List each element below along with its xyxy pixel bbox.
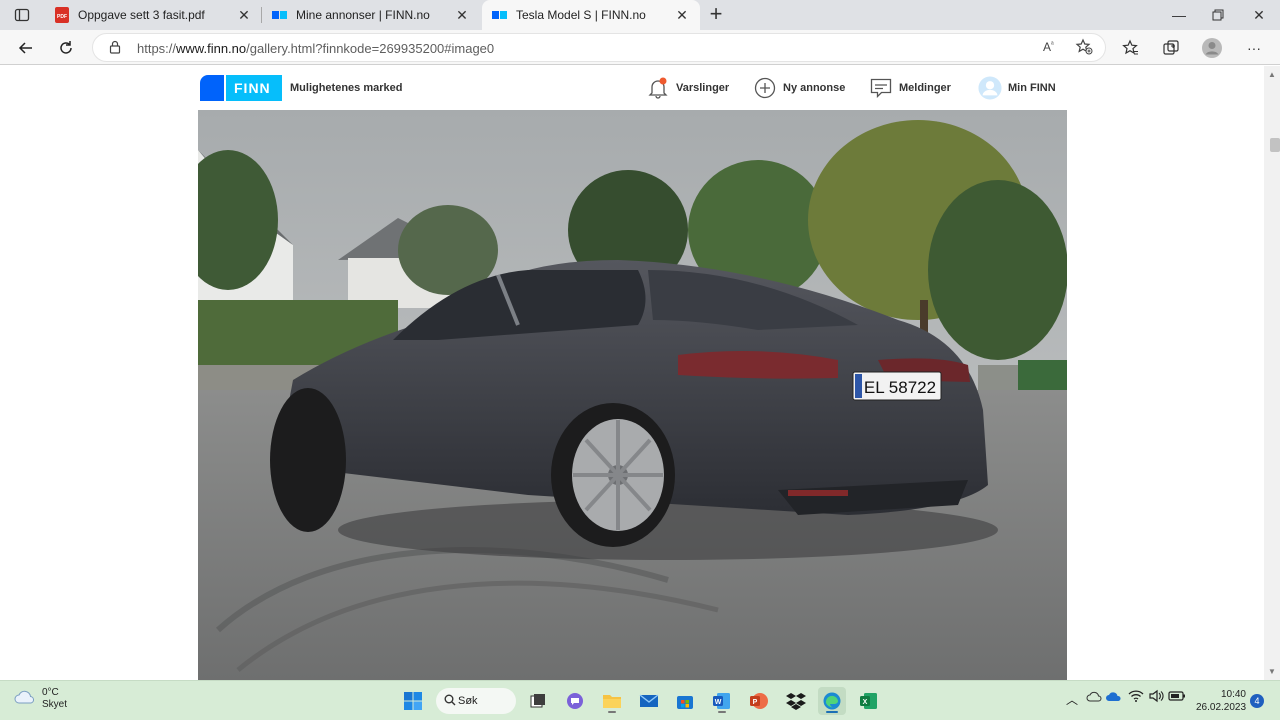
wifi-icon[interactable] (1128, 689, 1144, 706)
weather-temp: 0°C (42, 687, 59, 698)
windows-taskbar: 0°C Skyet Søk W P X ︿ 10:40 26.02.2023 4 (0, 680, 1280, 720)
file-explorer-icon[interactable] (598, 687, 626, 715)
nav-my-finn[interactable]: Min FINN (978, 74, 1056, 102)
close-icon[interactable]: ✕ (454, 7, 470, 23)
close-icon[interactable]: ✕ (674, 7, 690, 23)
system-clock[interactable]: 10:40 26.02.2023 (1196, 688, 1246, 714)
nav-label: Ny annonse (783, 82, 846, 94)
nav-label: Meldinger (899, 82, 951, 94)
battery-icon[interactable] (1168, 689, 1186, 706)
store-icon[interactable] (671, 687, 699, 715)
word-icon[interactable]: W (708, 687, 736, 715)
browser-toolbar: https://www.finn.no/gallery.html?finnkod… (0, 30, 1280, 65)
finn-logo[interactable]: FINN (200, 75, 282, 101)
user-avatar-icon (978, 76, 1002, 100)
onedrive-icon[interactable] (1106, 689, 1122, 706)
refresh-icon[interactable] (52, 34, 80, 62)
search-icon (444, 694, 456, 709)
finn-logo-text: FINN (234, 80, 271, 96)
nav-new-ad[interactable]: Ny annonse (753, 74, 845, 102)
chat-bubble-icon (869, 76, 893, 100)
svg-text:PDF: PDF (57, 14, 67, 20)
tab-pdf[interactable]: PDF Oppgave sett 3 fasit.pdf ✕ (44, 0, 262, 30)
finn-favicon-icon (492, 7, 508, 23)
volume-icon[interactable] (1148, 689, 1164, 706)
weather-widget[interactable]: 0°C Skyet (14, 687, 67, 711)
svg-text:P: P (753, 699, 758, 706)
favorite-add-icon[interactable] (1075, 38, 1093, 61)
scroll-up-icon[interactable]: ▲ (1268, 70, 1276, 79)
powerpoint-icon[interactable]: P (745, 687, 773, 715)
more-menu-icon[interactable]: ··· (1240, 34, 1268, 62)
back-icon[interactable] (12, 34, 40, 62)
page-scrollbar[interactable]: ▲ ▼ (1264, 66, 1280, 680)
nav-notifications[interactable]: Varslinger (646, 74, 729, 102)
clock-date: 26.02.2023 (1196, 702, 1247, 713)
tab-mine-annonser[interactable]: Mine annonser | FINN.no ✕ (262, 0, 480, 30)
excel-icon[interactable]: X (855, 687, 883, 715)
windows-start-icon[interactable] (399, 687, 427, 715)
restore-button[interactable] (1195, 0, 1241, 30)
weather-tray-icon[interactable] (1086, 689, 1102, 706)
new-tab-button[interactable]: + (704, 3, 728, 27)
address-bar[interactable]: https://www.finn.no/gallery.html?finnkod… (92, 33, 1106, 62)
tab-tesla[interactable]: Tesla Model S | FINN.no ✕ (482, 0, 700, 30)
pdf-icon: PDF (54, 7, 70, 23)
mail-icon[interactable] (635, 687, 663, 715)
finn-slogan: Mulighetenes marked (290, 82, 403, 94)
tab-title: Mine annonser | FINN.no (296, 8, 430, 22)
read-aloud-icon[interactable]: Aᵃ (1043, 40, 1054, 54)
tab-actions-icon[interactable] (8, 4, 36, 26)
favorites-icon[interactable] (1116, 34, 1144, 62)
lock-icon (109, 40, 121, 59)
tab-title: Oppgave sett 3 fasit.pdf (78, 8, 205, 22)
url-text: https://www.finn.no/gallery.html?finnkod… (137, 41, 495, 56)
bell-icon (646, 76, 670, 100)
page-content: FINN Mulighetenes marked Varslinger Ny a… (0, 66, 1280, 680)
search-label: Søk (458, 695, 478, 707)
plus-circle-icon (753, 76, 777, 100)
notification-badge[interactable]: 4 (1250, 694, 1264, 708)
nav-label: Varslinger (676, 82, 730, 94)
chevron-up-icon[interactable]: ︿ (1066, 691, 1078, 708)
close-icon[interactable]: ✕ (236, 7, 252, 23)
teams-chat-icon[interactable] (561, 687, 589, 715)
finn-header: FINN Mulighetenes marked Varslinger Ny a… (198, 66, 1068, 110)
gallery-photo[interactable]: EL 58722 (198, 110, 1067, 680)
scroll-down-icon[interactable]: ▼ (1268, 667, 1276, 676)
car-photo-illustration: EL 58722 (198, 110, 1067, 680)
nav-label: Min FINN (1008, 82, 1056, 94)
svg-text:W: W (715, 699, 722, 706)
weather-desc: Skyet (42, 699, 68, 710)
profile-avatar-icon[interactable] (1198, 34, 1226, 62)
svg-text:X: X (863, 699, 868, 706)
finn-favicon-icon (272, 7, 288, 23)
cloud-icon (14, 689, 36, 710)
tab-title: Tesla Model S | FINN.no (516, 8, 646, 22)
nav-messages[interactable]: Meldinger (869, 74, 951, 102)
tab-strip: PDF Oppgave sett 3 fasit.pdf ✕ Mine anno… (0, 0, 1280, 30)
collections-icon[interactable] (1157, 34, 1185, 62)
dropbox-icon[interactable] (782, 687, 810, 715)
license-plate-text: EL 58722 (864, 378, 936, 397)
edge-icon[interactable] (818, 687, 846, 715)
taskbar-search[interactable]: Søk (436, 688, 516, 714)
task-view-icon[interactable] (524, 687, 552, 715)
close-window-button[interactable]: ✕ (1236, 0, 1280, 30)
scroll-thumb[interactable] (1270, 138, 1280, 152)
clock-time: 10:40 (1220, 689, 1246, 700)
